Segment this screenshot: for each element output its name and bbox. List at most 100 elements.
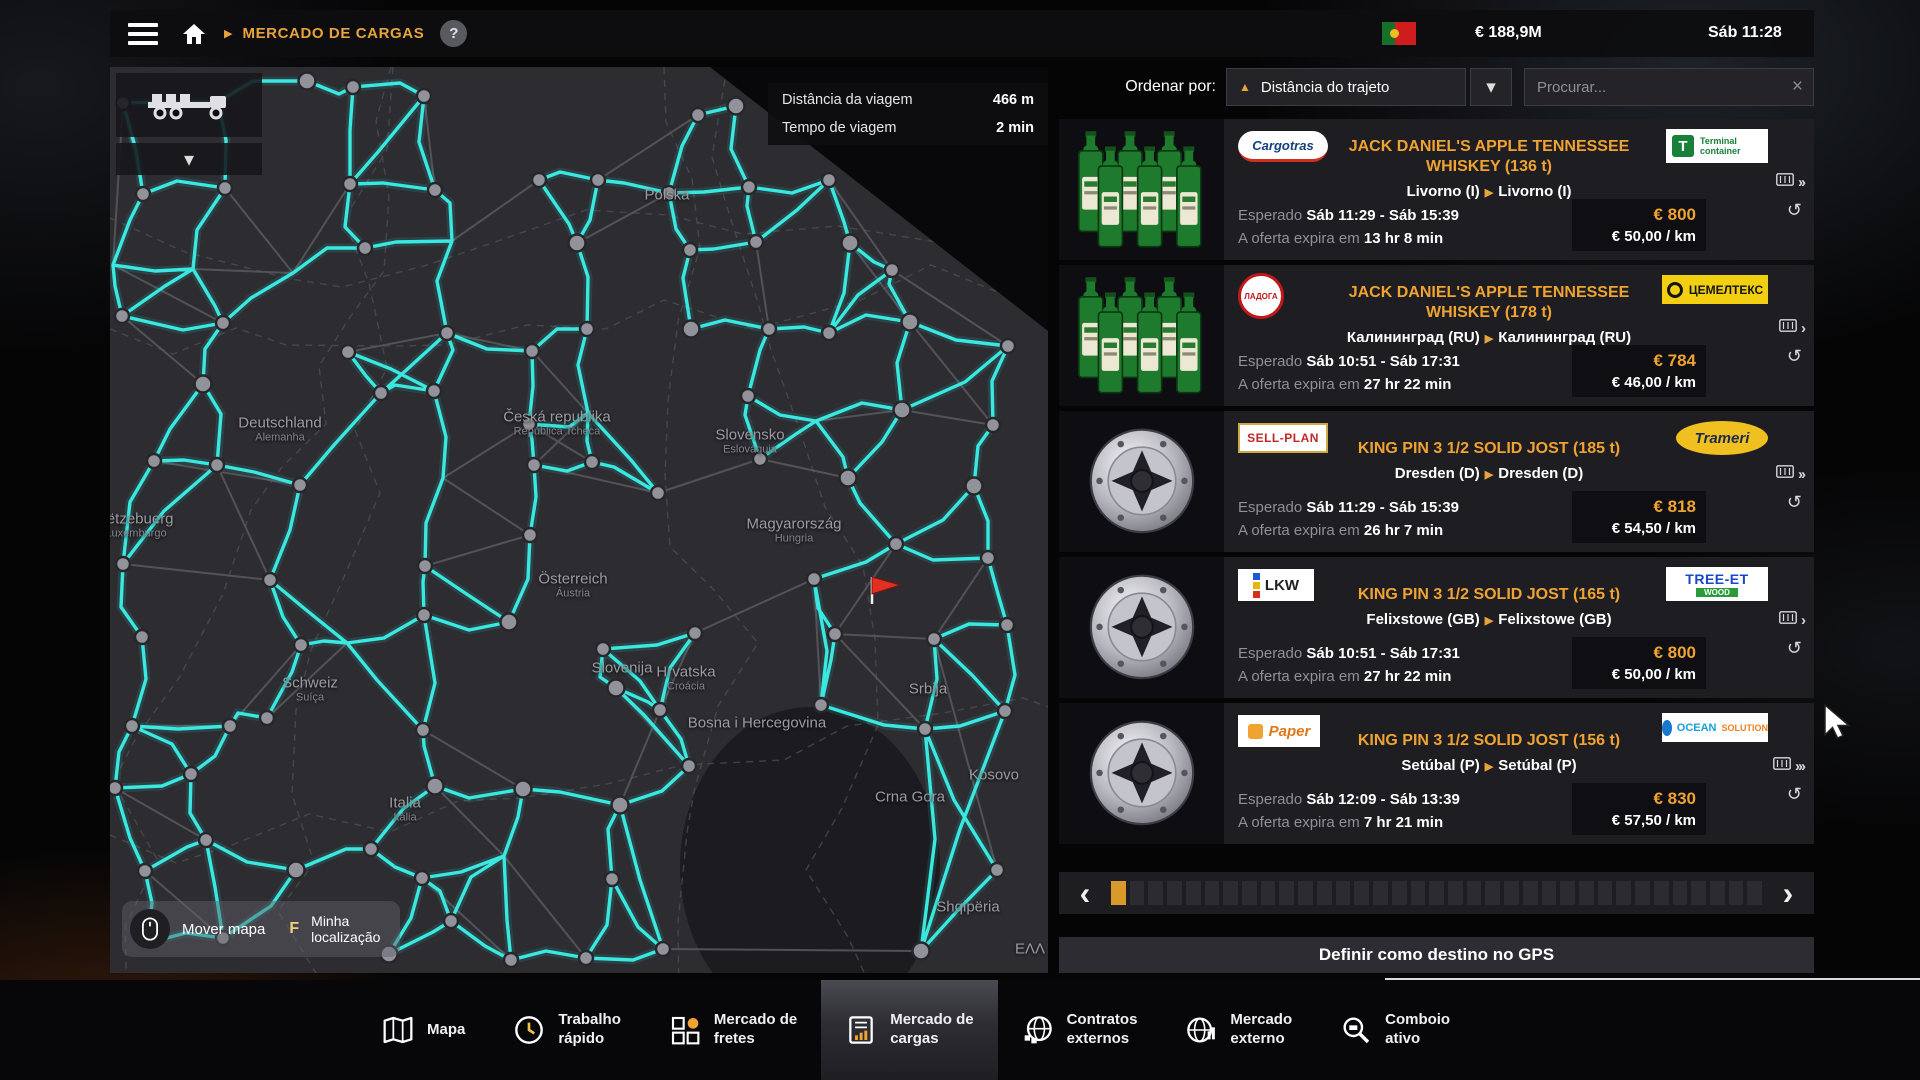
pagination-segment[interactable] bbox=[1148, 881, 1163, 905]
pagination-segment[interactable] bbox=[1579, 881, 1594, 905]
offer-price: € 784 bbox=[1582, 351, 1696, 371]
pagination-segment[interactable] bbox=[1167, 881, 1182, 905]
return-trip-icon: ↺ bbox=[1787, 201, 1806, 219]
expires-time: 13 hr 8 min bbox=[1364, 230, 1443, 247]
destination-logo: TREE-ET WOOD bbox=[1666, 567, 1768, 601]
cargo-offer-card[interactable]: LKW KING PIN 3 1/2 SOLID JOST (165 t) Fe… bbox=[1059, 557, 1814, 698]
vehicle-selector-button[interactable] bbox=[116, 73, 262, 137]
pagination-segment[interactable] bbox=[1242, 881, 1257, 905]
pagination-segment[interactable] bbox=[1354, 881, 1369, 905]
search-box: × bbox=[1524, 68, 1814, 106]
nav-item-mapa[interactable]: Mapa bbox=[358, 980, 489, 1080]
sort-expand-button[interactable]: ▾ bbox=[1470, 68, 1512, 106]
convoy-icon bbox=[1340, 1014, 1372, 1046]
offer-price-box: € 800 € 50,00 / km bbox=[1572, 637, 1706, 689]
pagination-segment[interactable] bbox=[1560, 881, 1575, 905]
urgency-chevrons: ››› bbox=[1795, 758, 1806, 775]
pagination-segment[interactable] bbox=[1130, 881, 1145, 905]
portugal-flag-icon bbox=[1382, 22, 1416, 45]
pagination-segment[interactable] bbox=[1392, 881, 1407, 905]
destination-logo: Trameri bbox=[1676, 421, 1768, 455]
container-icon bbox=[1779, 319, 1797, 337]
sort-ascending-icon: ▲ bbox=[1239, 80, 1251, 94]
pagination-segment[interactable] bbox=[1373, 881, 1388, 905]
map-panel: PolskaDeutschlandAlemanhaČeská republika… bbox=[110, 67, 1048, 973]
pagination-segment[interactable] bbox=[1448, 881, 1463, 905]
search-input[interactable] bbox=[1535, 78, 1792, 97]
route-to: Felixstowe (GB) bbox=[1498, 611, 1611, 628]
urgency-chevrons: › bbox=[1801, 320, 1806, 337]
route-to: Dresden (D) bbox=[1498, 465, 1583, 482]
pagination-segment[interactable] bbox=[1411, 881, 1426, 905]
nav-item-mercado-de-cargas[interactable]: Mercado decargas bbox=[821, 980, 997, 1080]
pagination-segment[interactable] bbox=[1205, 881, 1220, 905]
pagination-segment[interactable] bbox=[1467, 881, 1482, 905]
cargo-offer-card[interactable]: Cargotras JACK DANIEL'S APPLE TENNESSEE … bbox=[1059, 119, 1814, 260]
pagination-segment[interactable] bbox=[1542, 881, 1557, 905]
offer-title: KING PIN 3 1/2 SOLID JOST (156 t) bbox=[1324, 731, 1654, 751]
menu-button[interactable] bbox=[128, 18, 158, 50]
pagination-next-button[interactable]: › bbox=[1768, 872, 1808, 914]
cargo-offer-card[interactable]: ЛАДОГА JACK DANIEL'S APPLE TENNESSEE WHI… bbox=[1059, 265, 1814, 406]
trip-distance-label: Distância da viagem bbox=[782, 92, 913, 108]
expected-time: Sáb 10:51 - Sáb 17:31 bbox=[1306, 353, 1459, 370]
help-button[interactable]: ? bbox=[440, 20, 467, 47]
pagination-segment[interactable] bbox=[1298, 881, 1313, 905]
pagination-segment[interactable] bbox=[1279, 881, 1294, 905]
pagination-prev-button[interactable]: ‹ bbox=[1065, 872, 1105, 914]
nav-item-trabalho-rapido[interactable]: Trabalhorápido bbox=[489, 980, 645, 1080]
route-from: Калининград (RU) bbox=[1347, 329, 1480, 346]
pagination-segment[interactable] bbox=[1223, 881, 1238, 905]
pagination-segment[interactable] bbox=[1504, 881, 1519, 905]
sort-dropdown[interactable]: ▲ Distância do trajeto bbox=[1226, 68, 1466, 106]
pagination-segment[interactable] bbox=[1523, 881, 1538, 905]
pagination-segment[interactable] bbox=[1654, 881, 1669, 905]
top-bar: ▶ MERCADO DE CARGAS ? € 188,9M Sáb 11:28 bbox=[110, 10, 1814, 57]
offer-price: € 830 bbox=[1582, 789, 1696, 809]
set-gps-destination-button[interactable]: Definir como destino no GPS bbox=[1059, 937, 1814, 973]
pagination-segment[interactable] bbox=[1429, 881, 1444, 905]
company-logo: Paper bbox=[1238, 715, 1320, 747]
offer-route: Setúbal (P)▶Setúbal (P) bbox=[1324, 757, 1654, 774]
expected-time: Sáb 11:29 - Sáb 15:39 bbox=[1306, 207, 1459, 224]
pagination-segment[interactable] bbox=[1616, 881, 1631, 905]
pagination-segment[interactable] bbox=[1336, 881, 1351, 905]
pagination-segment[interactable] bbox=[1691, 881, 1706, 905]
nav-item-comboio-ativo[interactable]: Comboioativo bbox=[1316, 980, 1474, 1080]
offer-route: Dresden (D)▶Dresden (D) bbox=[1324, 465, 1654, 482]
pagination-segment[interactable] bbox=[1186, 881, 1201, 905]
mouse-cursor bbox=[1822, 703, 1852, 741]
route-map[interactable] bbox=[110, 67, 1048, 973]
offer-title: KING PIN 3 1/2 SOLID JOST (185 t) bbox=[1324, 439, 1654, 459]
pagination-segment[interactable] bbox=[1729, 881, 1744, 905]
cargo-offer-card[interactable]: Paper KING PIN 3 1/2 SOLID JOST (156 t) … bbox=[1059, 703, 1814, 844]
cargo-image-kingpin bbox=[1059, 703, 1224, 844]
move-map-hint: Mover mapa bbox=[182, 921, 265, 938]
company-logo: Cargotras bbox=[1238, 131, 1328, 162]
chevron-down-icon: ▾ bbox=[184, 147, 194, 172]
offer-price: € 800 bbox=[1582, 643, 1696, 663]
search-clear-icon[interactable]: × bbox=[1792, 76, 1803, 98]
vehicle-selector-expand-button[interactable]: ▾ bbox=[116, 143, 262, 175]
home-button[interactable] bbox=[182, 23, 206, 45]
cargo-offer-card[interactable]: SELL-PLAN KING PIN 3 1/2 SOLID JOST (185… bbox=[1059, 411, 1814, 552]
route-arrow-icon: ▶ bbox=[1480, 333, 1498, 345]
pagination-segment[interactable] bbox=[1598, 881, 1613, 905]
urgency-chevrons: ›› bbox=[1798, 174, 1806, 191]
help-icon: ? bbox=[449, 25, 458, 42]
offer-route: Калининград (RU)▶Калининград (RU) bbox=[1324, 329, 1654, 346]
pagination-segment[interactable] bbox=[1635, 881, 1650, 905]
route-arrow-icon: ▶ bbox=[1480, 187, 1498, 199]
pagination-segment[interactable] bbox=[1111, 881, 1126, 905]
pagination-segment[interactable] bbox=[1485, 881, 1500, 905]
pagination-segment[interactable] bbox=[1673, 881, 1688, 905]
pagination-segment[interactable] bbox=[1261, 881, 1276, 905]
pagination-segment[interactable] bbox=[1747, 881, 1762, 905]
nav-item-contratos-externos[interactable]: Contratosexternos bbox=[998, 980, 1162, 1080]
nav-item-mercado-de-fretes[interactable]: Mercado defretes bbox=[645, 980, 821, 1080]
pagination-segment[interactable] bbox=[1317, 881, 1332, 905]
nav-item-mercado-externo[interactable]: Mercadoexterno bbox=[1161, 980, 1316, 1080]
pagination-segment[interactable] bbox=[1710, 881, 1725, 905]
route-to: Livorno (I) bbox=[1498, 183, 1571, 200]
freight-market-icon bbox=[669, 1014, 701, 1046]
